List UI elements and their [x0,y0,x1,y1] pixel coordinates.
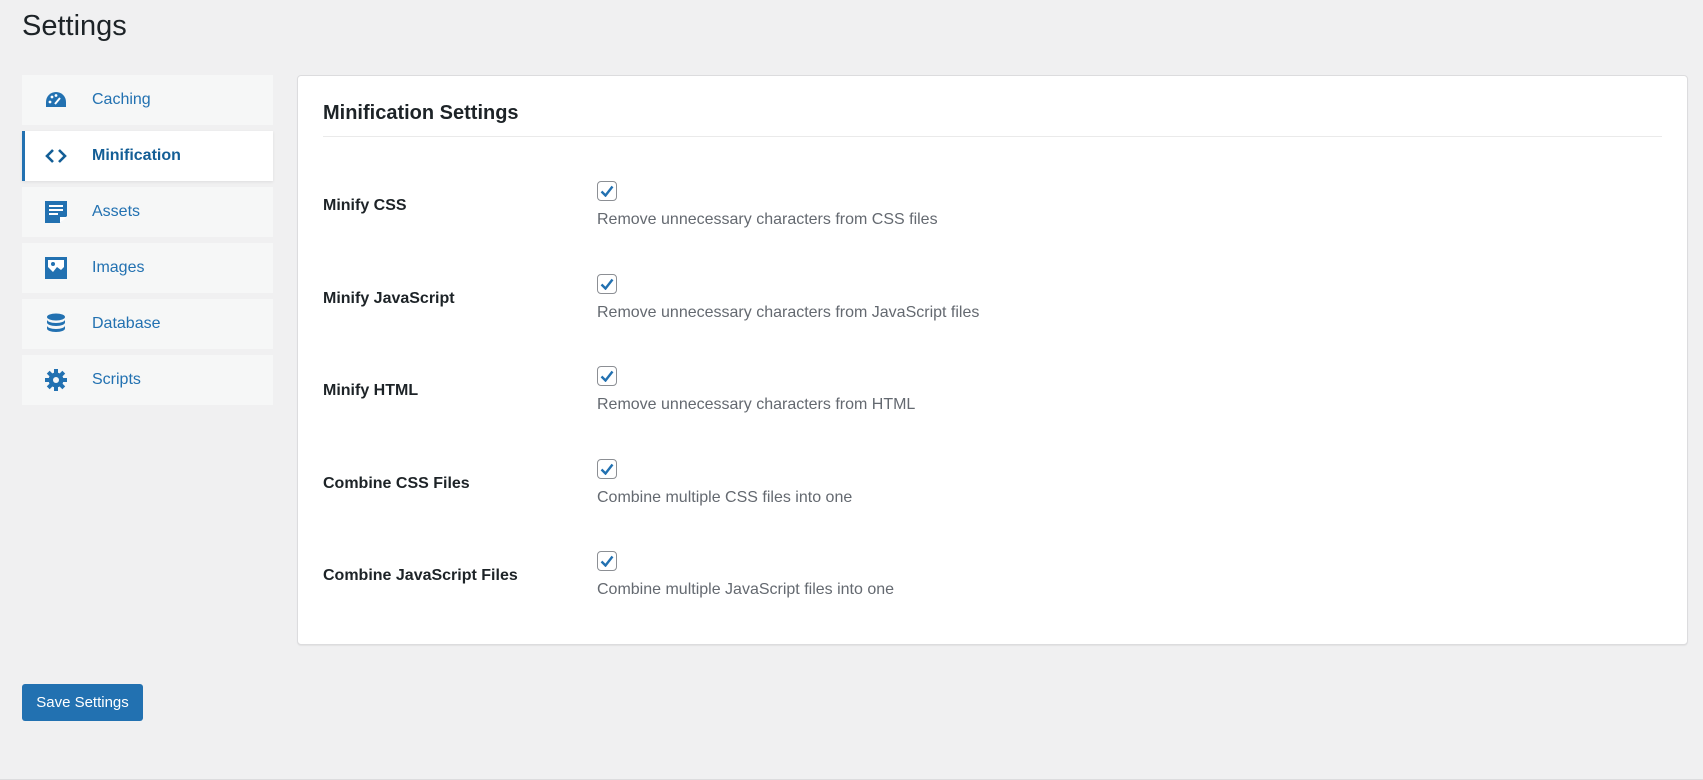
sidebar-item-scripts[interactable]: Scripts [22,355,273,405]
minify-html-checkbox[interactable] [597,366,617,386]
minify-css-checkbox[interactable] [597,181,617,201]
code-brackets-icon [44,144,68,168]
minification-settings-panel: Minification Settings Minify CSS Remove … [297,75,1688,645]
checkmark-icon [600,463,614,475]
divider [323,136,1662,137]
setting-label: Combine CSS Files [323,475,470,492]
sidebar-item-images[interactable]: Images [22,243,273,293]
settings-sidebar: Caching Minification Assets Images Datab… [22,75,273,411]
sidebar-item-label: Minification [92,147,181,164]
sidebar-item-label: Caching [92,91,151,108]
setting-description: Combine multiple JavaScript files into o… [597,581,895,598]
sidebar-item-minification[interactable]: Minification [22,131,273,181]
combine-css-checkbox[interactable] [597,459,617,479]
checkmark-icon [600,185,614,197]
setting-label: Minify JavaScript [323,290,455,307]
panel-title: Minification Settings [323,102,519,124]
combine-javascript-checkbox[interactable] [597,551,617,571]
save-settings-button[interactable]: Save Settings [22,684,143,721]
setting-row-combine-javascript: Combine JavaScript Files Combine multipl… [323,551,1662,611]
sidebar-item-label: Scripts [92,371,141,388]
database-icon [44,312,68,336]
checkmark-icon [600,278,614,290]
page-title: Settings [22,10,127,42]
setting-row-minify-html: Minify HTML Remove unnecessary character… [323,366,1662,426]
setting-description: Remove unnecessary characters from JavaS… [597,304,980,321]
document-icon [44,200,68,224]
sidebar-item-caching[interactable]: Caching [22,75,273,125]
setting-label: Minify CSS [323,197,407,214]
gear-icon [44,368,68,392]
checkmark-icon [600,555,614,567]
setting-label: Combine JavaScript Files [323,567,518,584]
setting-label: Minify HTML [323,382,419,399]
checkmark-icon [600,370,614,382]
setting-row-minify-css: Minify CSS Remove unnecessary characters… [323,181,1662,241]
setting-row-combine-css: Combine CSS Files Combine multiple CSS f… [323,459,1662,519]
setting-description: Combine multiple CSS files into one [597,489,853,506]
sidebar-item-assets[interactable]: Assets [22,187,273,237]
dashboard-gauge-icon [44,88,68,112]
sidebar-item-database[interactable]: Database [22,299,273,349]
sidebar-item-label: Database [92,315,161,332]
setting-description: Remove unnecessary characters from HTML [597,396,916,413]
sidebar-item-label: Assets [92,203,141,220]
image-icon [44,256,68,280]
setting-description: Remove unnecessary characters from CSS f… [597,211,938,228]
setting-row-minify-javascript: Minify JavaScript Remove unnecessary cha… [323,274,1662,334]
sidebar-item-label: Images [92,259,145,276]
minify-javascript-checkbox[interactable] [597,274,617,294]
